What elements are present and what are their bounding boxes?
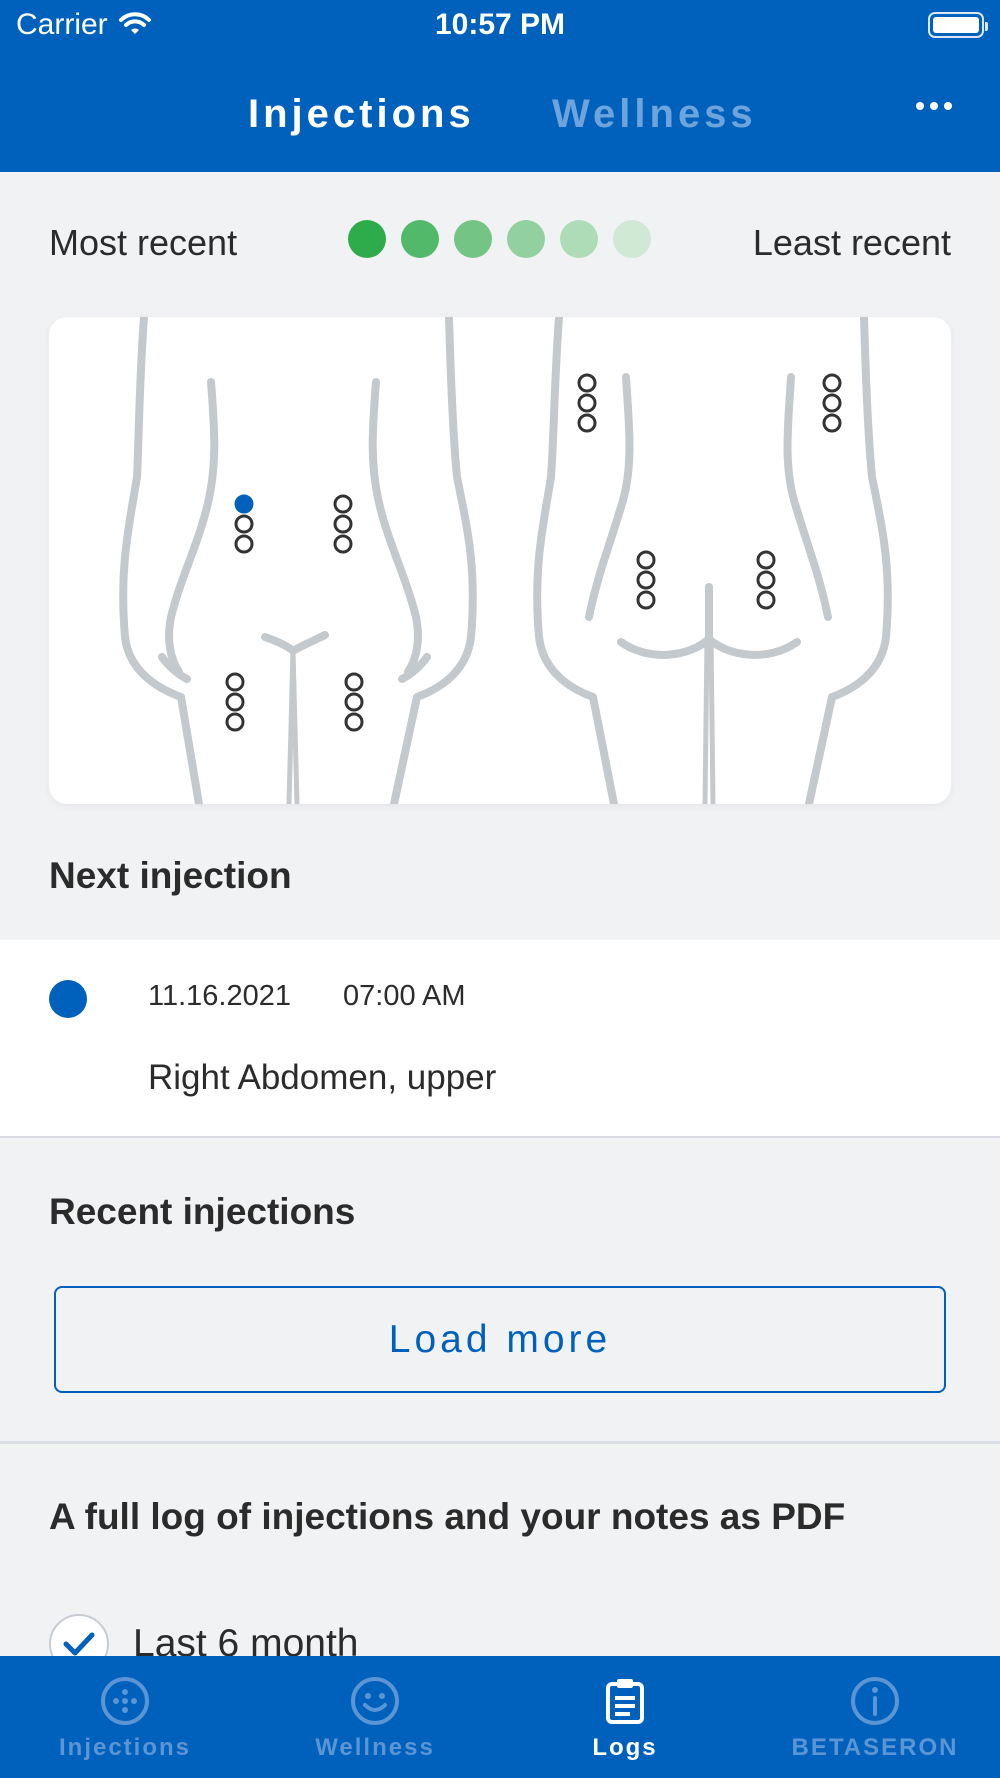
info-icon (851, 1677, 899, 1725)
next-injection-date: 11.16.2021 (148, 980, 291, 1012)
recent-injections-title: Recent injections (49, 1191, 356, 1232)
load-more-button[interactable]: Load more (54, 1286, 946, 1393)
tabbar-label: Injections (58, 1734, 192, 1761)
status-time: 10:57 PM (434, 8, 566, 41)
next-injection-dot (49, 980, 87, 1018)
checkmark-icon (63, 1632, 95, 1656)
injection-site-map (49, 317, 951, 804)
top-header: Carrier 10:57 PM Injections Wellness (0, 0, 1000, 172)
next-injection-title: Next injection (49, 855, 292, 896)
tabbar-item-injections[interactable]: Injections (0, 1656, 250, 1778)
next-injection-time: 07:00 AM (343, 980, 466, 1012)
section-divider (0, 1441, 1000, 1444)
clipboard-icon (606, 1679, 644, 1724)
tab-wellness[interactable]: Wellness (552, 92, 757, 137)
body-map-illustration (119, 317, 892, 804)
pdf-log-title: A full log of injections and your notes … (49, 1496, 846, 1537)
legend-dot (348, 220, 386, 258)
legend-dot (613, 220, 651, 258)
battery-icon (928, 12, 988, 38)
tabbar-label: Logs (592, 1734, 658, 1761)
more-horizontal-icon[interactable] (916, 100, 952, 112)
tabbar-label: Wellness (315, 1734, 435, 1761)
tabbar-label: BETASERON (791, 1734, 959, 1761)
next-injection-card[interactable]: 11.16.2021 07:00 AM Right Abdomen, upper (0, 940, 1000, 1138)
tabbar-item-betaseron[interactable]: BETASERON (750, 1656, 1000, 1778)
legend-dot (560, 220, 598, 258)
tab-injections[interactable]: Injections (248, 92, 475, 137)
next-injection-site: Right Abdomen, upper (148, 1058, 497, 1097)
tabbar-item-logs[interactable]: Logs (500, 1656, 750, 1778)
legend-dot (401, 220, 439, 258)
bottom-tab-bar: Injections Wellness Logs BETASERON (0, 1656, 1000, 1778)
smiley-icon (351, 1677, 399, 1725)
legend-least-recent: Least recent (752, 222, 951, 263)
recency-legend-dots (348, 220, 651, 258)
legend-dot (454, 220, 492, 258)
legend-dot (507, 220, 545, 258)
legend-most-recent: Most recent (49, 222, 238, 263)
injection-dots-icon (101, 1677, 149, 1725)
tabbar-item-wellness[interactable]: Wellness (250, 1656, 500, 1778)
